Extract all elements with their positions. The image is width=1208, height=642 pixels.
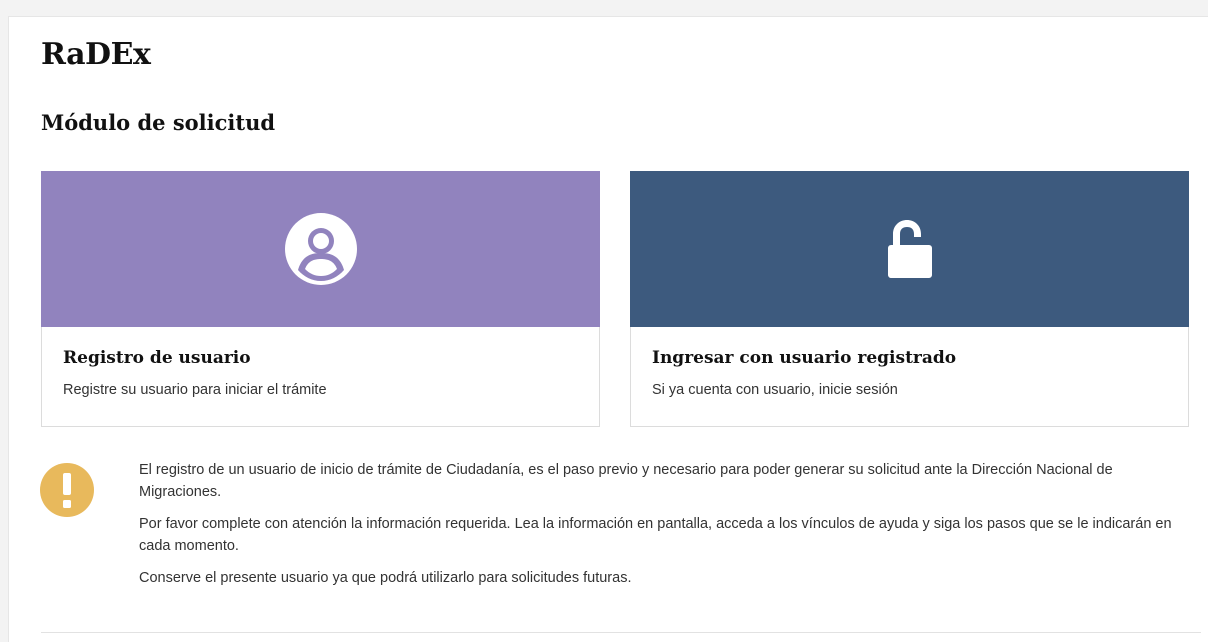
register-user-banner bbox=[41, 171, 600, 327]
login-user-title: Ingresar con usuario registrado bbox=[652, 348, 957, 368]
register-user-title: Registro de usuario bbox=[63, 348, 251, 368]
notice-paragraph: Conserve el presente usuario ya que podr… bbox=[139, 570, 632, 586]
section-title: Módulo de solicitud bbox=[41, 110, 276, 135]
unlock-icon bbox=[887, 220, 932, 278]
register-user-card[interactable]: Registro de usuario Registre su usuario … bbox=[41, 171, 600, 427]
page-container: RaDEx Módulo de solicitud Registro de us… bbox=[8, 16, 1208, 642]
app-title: RaDEx bbox=[41, 37, 151, 72]
login-user-description: Si ya cuenta con usuario, inicie sesión bbox=[652, 382, 898, 398]
notice-text: El registro de un usuario de inicio de t… bbox=[139, 459, 1179, 599]
notice-paragraph: Por favor complete con atención la infor… bbox=[139, 516, 1172, 554]
divider bbox=[41, 632, 1201, 633]
user-circle-icon bbox=[284, 213, 357, 285]
notice-paragraph: El registro de un usuario de inicio de t… bbox=[139, 462, 1113, 500]
login-user-banner bbox=[630, 171, 1189, 327]
login-user-card[interactable]: Ingresar con usuario registrado Si ya cu… bbox=[630, 171, 1189, 427]
exclamation-icon bbox=[40, 463, 94, 517]
register-user-description: Registre su usuario para iniciar el trám… bbox=[63, 382, 327, 398]
